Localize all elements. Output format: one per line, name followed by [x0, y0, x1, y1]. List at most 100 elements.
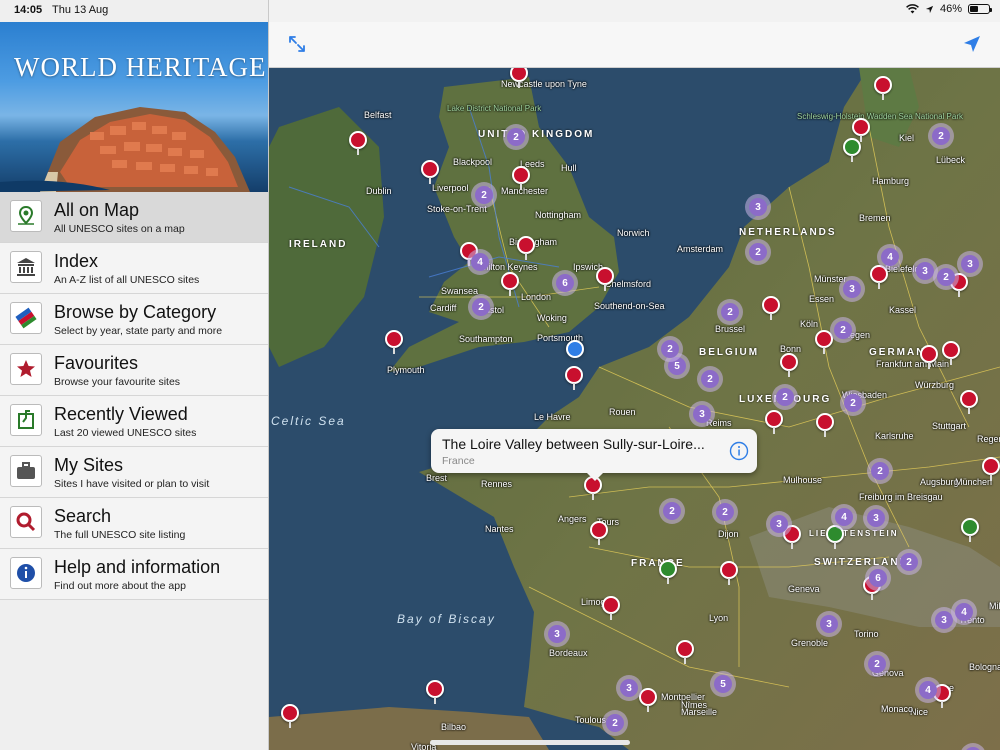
site-pin-red[interactable] [590, 521, 608, 547]
site-cluster[interactable]: 4 [467, 249, 493, 275]
site-pin-red[interactable] [816, 413, 834, 439]
pin-stem [525, 253, 527, 260]
cluster-count: 2 [834, 321, 852, 339]
cluster-count: 3 [770, 515, 788, 533]
expand-icon[interactable] [287, 34, 307, 54]
site-cluster[interactable]: 2 [659, 498, 685, 524]
site-cluster[interactable]: 2 [772, 384, 798, 410]
pin-stem [941, 701, 943, 708]
menu-item-my-sites[interactable]: My Sites Sites I have visited or plan to… [0, 447, 268, 498]
site-pin-green[interactable] [961, 518, 979, 544]
site-cluster[interactable]: 2 [503, 124, 529, 150]
menu-item-all-on-map[interactable]: All on Map All UNESCO sites on a map [0, 192, 268, 243]
city-label: Bologna [969, 662, 1000, 672]
site-pin-red[interactable] [281, 704, 299, 730]
site-pin-red[interactable] [762, 296, 780, 322]
pin-head [961, 518, 979, 536]
pin-head [426, 680, 444, 698]
site-cluster[interactable]: 2 [745, 239, 771, 265]
site-callout[interactable]: The Loire Valley between Sully-sur-Loire… [431, 429, 757, 481]
site-pin-green[interactable] [843, 138, 861, 164]
pin-head [982, 457, 1000, 475]
site-cluster[interactable]: 3 [745, 194, 771, 220]
city-label: Kassel [889, 305, 917, 315]
site-cluster[interactable]: 2 [896, 549, 922, 575]
park-label: Lake District National Park [447, 104, 542, 113]
site-cluster[interactable]: 2 [697, 366, 723, 392]
site-pin-red[interactable] [426, 680, 444, 706]
site-cluster[interactable]: 2 [933, 264, 959, 290]
site-cluster[interactable]: 2 [928, 123, 954, 149]
menu-item-index[interactable]: Index An A-Z list of all UNESCO sites [0, 243, 268, 294]
site-cluster[interactable]: 2 [602, 710, 628, 736]
cluster-count: 2 [937, 268, 955, 286]
status-indicators: 46% [906, 3, 992, 15]
site-cluster[interactable]: 2 [840, 390, 866, 416]
site-pin-red[interactable] [565, 366, 583, 392]
briefcase-icon [10, 455, 42, 487]
site-cluster[interactable]: 3 [957, 251, 983, 277]
site-pin-red[interactable] [421, 160, 439, 186]
menu-item-recently-viewed[interactable]: Recently Viewed Last 20 viewed UNESCO si… [0, 396, 268, 447]
site-pin-red[interactable] [517, 236, 535, 262]
site-cluster[interactable]: 4 [951, 599, 977, 625]
site-cluster[interactable]: 2 [830, 317, 856, 343]
site-pin-red[interactable] [596, 267, 614, 293]
menu-item-browse-by-category[interactable]: Browse by Category Select by year, state… [0, 294, 268, 345]
site-cluster[interactable]: 3 [766, 511, 792, 537]
site-pin-red[interactable] [512, 166, 530, 192]
menu-subtitle: An A-Z list of all UNESCO sites [54, 274, 200, 286]
site-cluster[interactable]: 6 [865, 565, 891, 591]
site-cluster[interactable]: 6 [552, 270, 578, 296]
site-cluster[interactable]: 2 [864, 651, 890, 677]
cluster-count: 2 [661, 340, 679, 358]
menu-label: Search [54, 506, 112, 526]
site-pin-red[interactable] [780, 353, 798, 379]
site-pin-red[interactable] [720, 561, 738, 587]
site-cluster[interactable]: 3 [839, 276, 865, 302]
city-label: Stuttgart [932, 421, 967, 431]
region-label: SWITZERLAND [814, 557, 909, 568]
site-pin-red[interactable] [510, 67, 528, 90]
site-pin-red[interactable] [920, 345, 938, 371]
cluster-count: 3 [749, 198, 767, 216]
site-pin-red[interactable] [960, 390, 978, 416]
site-cluster[interactable]: 2 [712, 499, 738, 525]
city-label: Amsterdam [677, 244, 724, 254]
site-cluster[interactable]: 2 [657, 336, 683, 362]
site-pin-red[interactable] [639, 688, 657, 714]
current-location-icon[interactable] [962, 34, 982, 54]
site-pin-red[interactable] [385, 330, 403, 356]
site-cluster[interactable]: 5 [710, 671, 736, 697]
site-pin-red[interactable] [676, 640, 694, 666]
site-pin-red[interactable] [765, 410, 783, 436]
cluster-count: 2 [701, 370, 719, 388]
site-cluster[interactable]: 3 [816, 611, 842, 637]
map-view[interactable]: UNITED KINGDOM IRELAND NETHERLANDS BELGI… [269, 67, 1000, 750]
site-cluster[interactable]: 3 [544, 621, 570, 647]
site-cluster[interactable]: 2 [468, 294, 494, 320]
site-cluster[interactable]: 2 [471, 182, 497, 208]
menu-item-search[interactable]: Search The full UNESCO site listing [0, 498, 268, 549]
region-label: IRELAND [289, 239, 348, 250]
site-cluster[interactable]: 2 [717, 299, 743, 325]
site-pin-green[interactable] [659, 560, 677, 586]
site-cluster[interactable]: 2 [867, 458, 893, 484]
site-pin-red[interactable] [602, 596, 620, 622]
site-cluster[interactable]: 3 [863, 505, 889, 531]
site-cluster[interactable]: 4 [831, 504, 857, 530]
site-cluster[interactable]: 3 [689, 401, 715, 427]
callout-subtitle: France [442, 455, 475, 467]
menu-item-help[interactable]: Help and information Find out more about… [0, 549, 268, 600]
site-cluster[interactable]: 4 [877, 244, 903, 270]
info-icon[interactable] [729, 441, 749, 461]
menu-item-favourites[interactable]: Favourites Browse your favourite sites [0, 345, 268, 396]
site-pin-red[interactable] [942, 341, 960, 367]
site-pin-red[interactable] [874, 76, 892, 102]
pin-head [510, 67, 528, 82]
site-pin-red[interactable] [982, 457, 1000, 483]
site-cluster[interactable]: 3 [616, 675, 642, 701]
site-pin-red[interactable] [349, 131, 367, 157]
site-cluster[interactable]: 4 [915, 677, 941, 703]
site-pin-red[interactable] [501, 272, 519, 298]
